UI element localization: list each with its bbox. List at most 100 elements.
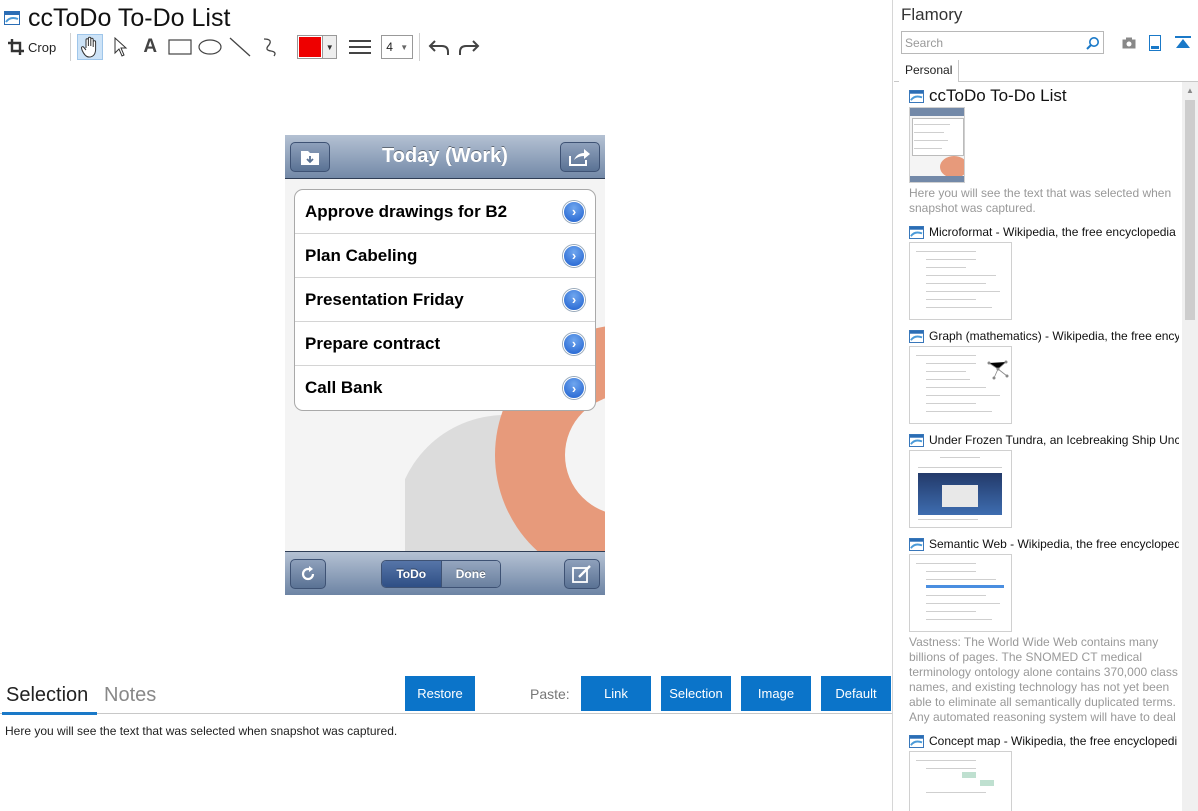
list-item[interactable]: Under Frozen Tundra, an Icebreaking Ship… xyxy=(909,432,1179,528)
entry-title: Semantic Web - Wikipedia, the free encyc… xyxy=(929,537,1179,551)
pen-color-picker[interactable]: ▼ xyxy=(297,35,338,59)
snapshot-thumbnail xyxy=(909,554,1012,632)
hand-icon xyxy=(81,36,97,58)
toolbar-separator xyxy=(419,33,421,61)
page-snapshot-icon xyxy=(909,433,924,447)
stroke-width-value: 4 xyxy=(386,40,393,54)
tab-personal[interactable]: Personal xyxy=(899,60,960,82)
todo-item: Approve drawings for B2 › xyxy=(295,190,595,234)
freehand-tool-button[interactable] xyxy=(257,34,283,60)
text-tool-button[interactable]: A xyxy=(137,34,163,60)
folder-icon xyxy=(301,151,319,165)
entry-header: Concept map - Wikipedia, the free encycl… xyxy=(909,733,1179,749)
ellipse-tool-button[interactable] xyxy=(197,34,223,60)
paste-link-button[interactable]: Link xyxy=(581,676,651,711)
scrollbar-thumb[interactable] xyxy=(1185,100,1195,320)
page-snapshot-icon xyxy=(4,11,20,25)
phone-folder-button xyxy=(290,142,330,172)
bottom-tab-bar: Selection Notes Restore Paste: Link Sele… xyxy=(0,676,892,715)
select-tool-button[interactable] xyxy=(107,34,133,60)
phone-refresh-button xyxy=(290,559,326,589)
sidebar-tab-bar: Personal xyxy=(894,60,1198,82)
entry-header: Semantic Web - Wikipedia, the free encyc… xyxy=(909,536,1179,552)
snapshot-list: ccToDo To-Do List Here you will see the … xyxy=(909,87,1179,811)
refresh-icon xyxy=(301,566,315,581)
line-weight-icon xyxy=(349,40,372,54)
crop-icon xyxy=(8,39,24,55)
pen-color-swatch xyxy=(299,37,322,57)
restore-button[interactable]: Restore xyxy=(405,676,475,711)
phone-toolbar: ToDo Done xyxy=(285,551,605,595)
undo-button[interactable] xyxy=(426,34,452,60)
selection-text: Here you will see the text that was sele… xyxy=(5,724,398,738)
crop-button[interactable]: Crop xyxy=(4,34,60,60)
stroke-width-button[interactable] xyxy=(347,34,373,60)
segment-done: Done xyxy=(440,561,500,587)
snapshot-image: Today (Work) Approve drawings for B2 › Pl… xyxy=(285,135,605,595)
page-snapshot-icon xyxy=(909,329,924,343)
toolbar-separator xyxy=(70,33,72,61)
tab-selection[interactable]: Selection xyxy=(6,684,88,707)
chevron-down-icon: ▼ xyxy=(400,42,409,52)
snapshot-thumbnail xyxy=(909,751,1012,811)
page-snapshot-icon xyxy=(909,734,924,748)
flamory-sidebar: Flamory Search Personal ccToDo To-Do Lis… xyxy=(894,0,1198,811)
document-button[interactable] xyxy=(1146,34,1164,52)
list-item[interactable]: Concept map - Wikipedia, the free encycl… xyxy=(909,733,1179,811)
entry-title: Under Frozen Tundra, an Icebreaking Ship… xyxy=(929,433,1179,447)
collapse-button[interactable] xyxy=(1174,34,1192,52)
search-placeholder: Search xyxy=(905,35,944,50)
list-item[interactable]: ccToDo To-Do List Here you will see the … xyxy=(909,87,1179,216)
document-icon xyxy=(1149,35,1161,51)
snapshot-thumbnail xyxy=(909,107,965,183)
main-pane: ccToDo To-Do List Crop A ▼ 4 ▼ Today (Wo… xyxy=(0,0,893,811)
scroll-up-icon: ▲ xyxy=(1186,86,1194,95)
search-input[interactable]: Search xyxy=(901,31,1104,54)
sidebar-scrollbar[interactable]: ▲ xyxy=(1182,82,1198,811)
snapshot-thumbnail xyxy=(909,242,1012,320)
entry-header: Graph (mathematics) - Wikipedia, the fre… xyxy=(909,328,1179,344)
paste-selection-button[interactable]: Selection xyxy=(661,676,731,711)
phone-todo-list: Approve drawings for B2 › Plan Cabeling › … xyxy=(294,189,596,411)
disclosure-chevron-icon: › xyxy=(563,377,585,399)
list-item[interactable]: Graph (mathematics) - Wikipedia, the fre… xyxy=(909,328,1179,424)
app-window: ccToDo To-Do List Crop A ▼ 4 ▼ Today (Wo… xyxy=(0,0,1198,811)
line-tool-button[interactable] xyxy=(227,34,253,60)
todo-item-label: Prepare contract xyxy=(305,333,441,353)
list-item[interactable]: Microformat - Wikipedia, the free encycl… xyxy=(909,224,1179,320)
entry-title: Concept map - Wikipedia, the free encycl… xyxy=(929,734,1178,748)
phone-segment-control: ToDo Done xyxy=(381,560,501,588)
entry-header: ccToDo To-Do List xyxy=(909,87,1179,105)
ellipse-icon xyxy=(198,39,222,55)
todo-item-label: Presentation Friday xyxy=(305,289,464,309)
stroke-width-select[interactable]: 4 ▼ xyxy=(381,35,414,59)
disclosure-chevron-icon: › xyxy=(563,200,585,223)
paste-label: Paste: xyxy=(530,686,570,702)
rectangle-tool-button[interactable] xyxy=(167,34,193,60)
camera-button[interactable] xyxy=(1120,34,1138,52)
page-title: ccToDo To-Do List xyxy=(28,3,231,32)
tab-selection-underline xyxy=(2,712,97,715)
redo-icon xyxy=(459,40,480,55)
entry-title: ccToDo To-Do List xyxy=(929,87,1067,105)
freehand-squiggle-icon xyxy=(264,38,276,57)
phone-navbar: Today (Work) xyxy=(285,135,605,179)
rectangle-icon xyxy=(168,39,192,55)
list-item[interactable]: Semantic Web - Wikipedia, the free encyc… xyxy=(909,536,1179,725)
phone-nav-title: Today (Work) xyxy=(382,145,508,167)
todo-item-label: Approve drawings for B2 xyxy=(305,201,508,221)
tab-notes[interactable]: Notes xyxy=(104,684,156,707)
paste-image-button[interactable]: Image xyxy=(741,676,811,711)
page-snapshot-icon xyxy=(909,225,924,239)
todo-item-label: Call Bank xyxy=(305,378,383,397)
cursor-arrow-icon xyxy=(114,37,128,57)
entry-title: Graph (mathematics) - Wikipedia, the fre… xyxy=(929,329,1179,343)
paste-default-button[interactable]: Default xyxy=(821,676,891,711)
crop-label: Crop xyxy=(28,39,57,55)
share-icon xyxy=(569,149,590,166)
disclosure-chevron-icon: › xyxy=(563,332,585,355)
pan-tool-button[interactable] xyxy=(77,34,104,60)
redo-button[interactable] xyxy=(456,34,482,60)
entry-header: Microformat - Wikipedia, the free encycl… xyxy=(909,224,1179,240)
search-icon xyxy=(1086,36,1099,50)
